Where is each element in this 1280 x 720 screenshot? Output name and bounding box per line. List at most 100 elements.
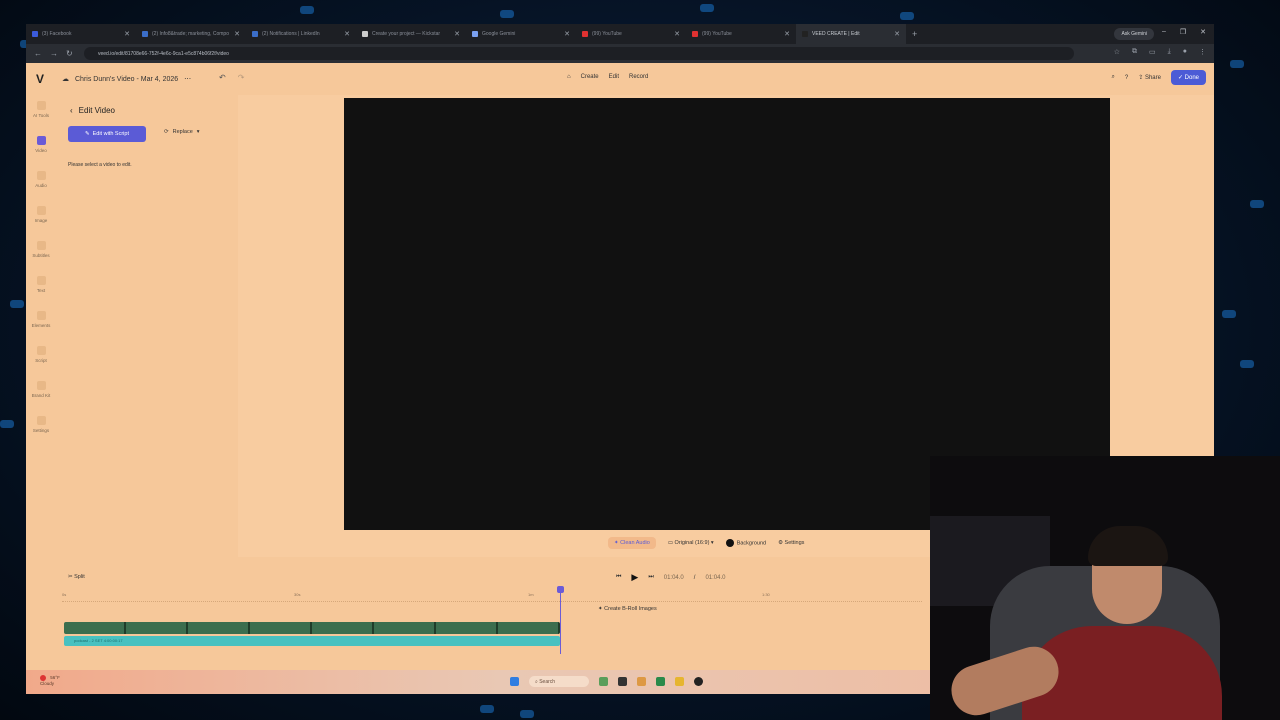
sidebar-icon[interactable]: ▭: [1149, 48, 1156, 56]
file-explorer-icon[interactable]: [618, 677, 627, 686]
download-icon[interactable]: ⤓: [1168, 48, 1171, 56]
close-window-icon[interactable]: ✕: [1200, 28, 1206, 36]
close-icon[interactable]: ✕: [344, 30, 350, 38]
project-title[interactable]: Chris Dunn's Video - Mar 4, 2026: [75, 76, 178, 83]
obs-icon[interactable]: [694, 677, 703, 686]
maximize-icon[interactable]: ❐: [1180, 28, 1186, 36]
rail-item-video[interactable]: Video: [26, 136, 56, 153]
split-button[interactable]: ✂ Split: [68, 574, 85, 580]
search-icon[interactable]: ⌕: [1112, 74, 1115, 81]
nav-record[interactable]: Record: [629, 74, 648, 80]
create-broll-button[interactable]: ✦ Create B-Roll Images: [598, 606, 657, 612]
taskbar-search[interactable]: ⌕ Search: [529, 676, 589, 687]
chrome-icon[interactable]: [637, 677, 646, 686]
close-icon[interactable]: ✕: [894, 30, 900, 38]
undo-icon[interactable]: ↶: [219, 73, 226, 82]
start-icon[interactable]: [510, 677, 519, 686]
background-button[interactable]: Background: [725, 539, 766, 547]
share-button[interactable]: ⇪ Share: [1138, 74, 1161, 81]
tab-label: Google Gemini: [482, 31, 516, 37]
weather-widget[interactable]: 56°F Cloudy: [40, 675, 60, 686]
rail-label: Video: [35, 148, 47, 153]
ask-gemini-label: Ask Gemini: [1121, 31, 1147, 37]
tab-label: Create your project — Kickstar: [372, 31, 441, 37]
reload-icon[interactable]: ↻: [66, 49, 73, 58]
rail-item-settings[interactable]: Settings: [26, 416, 56, 433]
close-icon[interactable]: ✕: [784, 30, 790, 38]
settings-button[interactable]: ⚙ Settings: [778, 540, 804, 546]
menu-icon[interactable]: ⋮: [1199, 48, 1206, 56]
back-arrow-icon[interactable]: ←: [34, 49, 42, 58]
rail-label: Image: [34, 218, 48, 223]
profile-icon[interactable]: ●: [1183, 48, 1187, 56]
play-icon[interactable]: ▶: [631, 572, 638, 583]
browser-tab[interactable]: (2) Info8&trade; marketing, Compo ✕: [136, 24, 246, 44]
rail-item-elements[interactable]: Elements: [26, 311, 56, 328]
browser-tab[interactable]: Google Gemini ✕: [466, 24, 576, 44]
rail-label: Script: [35, 358, 47, 363]
rail-label: Brand Kit: [31, 393, 51, 398]
back-button[interactable]: ‹ Edit Video: [70, 106, 115, 115]
ruler-tick: 30s: [294, 592, 301, 597]
tab-label: (99) YouTube: [592, 31, 622, 37]
close-icon[interactable]: ✕: [674, 30, 680, 38]
browser-tab-active[interactable]: VEED CREATE | Edit ✕: [796, 24, 906, 44]
close-icon[interactable]: ✕: [454, 30, 460, 38]
tab-label: (2) Info8&trade; marketing, Compo: [152, 31, 229, 37]
rail-item-subtitles[interactable]: Subtitles: [26, 241, 56, 258]
tab-label: (3) Facebook: [42, 31, 72, 37]
app-green-icon[interactable]: [656, 677, 665, 686]
rail-item-ai-tools[interactable]: AI Tools: [26, 101, 56, 118]
skip-forward-icon[interactable]: ⏭: [648, 574, 653, 581]
home-icon[interactable]: ⌂: [567, 74, 571, 80]
widgets-icon[interactable]: [599, 677, 608, 686]
aspect-ratio-select[interactable]: ▭ Original (16:9) ▾: [668, 540, 714, 546]
new-tab-icon[interactable]: +: [912, 29, 917, 39]
url-input[interactable]: veed.io/edit/81708e66-752f-4e6c-9ca1-e5c…: [84, 47, 1074, 60]
mode-nav: ⌂ Create Edit Record: [567, 74, 648, 80]
replace-button[interactable]: ⟳ Replace ▾: [164, 129, 200, 135]
browser-tab[interactable]: (99) YouTube ✕: [576, 24, 686, 44]
replace-icon: ⟳: [164, 129, 169, 135]
rail-item-audio[interactable]: Audio: [26, 171, 56, 188]
star-icon[interactable]: ☆: [1114, 48, 1120, 56]
folder-icon[interactable]: [675, 677, 684, 686]
veed-logo[interactable]: V: [36, 72, 44, 86]
ai-tools-icon: [36, 101, 46, 110]
browser-tab[interactable]: (99) YouTube ✕: [686, 24, 796, 44]
rail-item-script[interactable]: Script: [26, 346, 56, 363]
time-separator: /: [693, 574, 696, 581]
script-edit-icon: ✎: [85, 131, 90, 137]
nav-create[interactable]: Create: [581, 74, 599, 80]
aspect-ratio-label: Original (16:9): [674, 540, 710, 546]
time-current: 01:04.0: [663, 574, 684, 581]
rail-item-image[interactable]: Image: [26, 206, 56, 223]
rail-item-brand-kit[interactable]: Brand Kit: [26, 381, 56, 398]
script-icon: [36, 346, 46, 355]
close-icon[interactable]: ✕: [124, 30, 130, 38]
close-icon[interactable]: ✕: [234, 30, 240, 38]
ask-gemini-button[interactable]: Ask Gemini: [1114, 28, 1154, 40]
minimize-icon[interactable]: –: [1162, 28, 1166, 36]
extensions-icon[interactable]: ⧉: [1132, 48, 1137, 56]
redo-icon[interactable]: ↷: [238, 73, 245, 82]
rail-item-text[interactable]: Text: [26, 276, 56, 293]
help-icon[interactable]: ?: [1125, 75, 1128, 81]
weather-temp: 56°F: [50, 675, 60, 681]
more-icon[interactable]: ⋯: [184, 75, 191, 83]
close-icon[interactable]: ✕: [564, 30, 570, 38]
nav-edit[interactable]: Edit: [609, 74, 619, 80]
video-track-clip[interactable]: [64, 622, 560, 634]
timeline-ruler[interactable]: 0s 30s 1m 1:30: [62, 592, 922, 602]
playhead[interactable]: [557, 586, 564, 654]
browser-tab[interactable]: (3) Facebook ✕: [26, 24, 136, 44]
browser-tab[interactable]: (2) Notifications | LinkedIn ✕: [246, 24, 356, 44]
header-actions: ⌕ ? ⇪ Share ✓ Done: [1112, 70, 1206, 85]
browser-tab[interactable]: Create your project — Kickstar ✕: [356, 24, 466, 44]
edit-with-script-button[interactable]: ✎ Edit with Script: [68, 126, 146, 142]
clean-audio-button[interactable]: ✦ Clean Audio: [608, 537, 656, 549]
audio-track-clip[interactable]: podcast - 2 SET 4:00:00:17: [64, 636, 560, 646]
done-button[interactable]: ✓ Done: [1170, 70, 1206, 85]
skip-back-icon[interactable]: ⏮: [616, 574, 621, 581]
forward-arrow-icon[interactable]: →: [50, 49, 58, 58]
